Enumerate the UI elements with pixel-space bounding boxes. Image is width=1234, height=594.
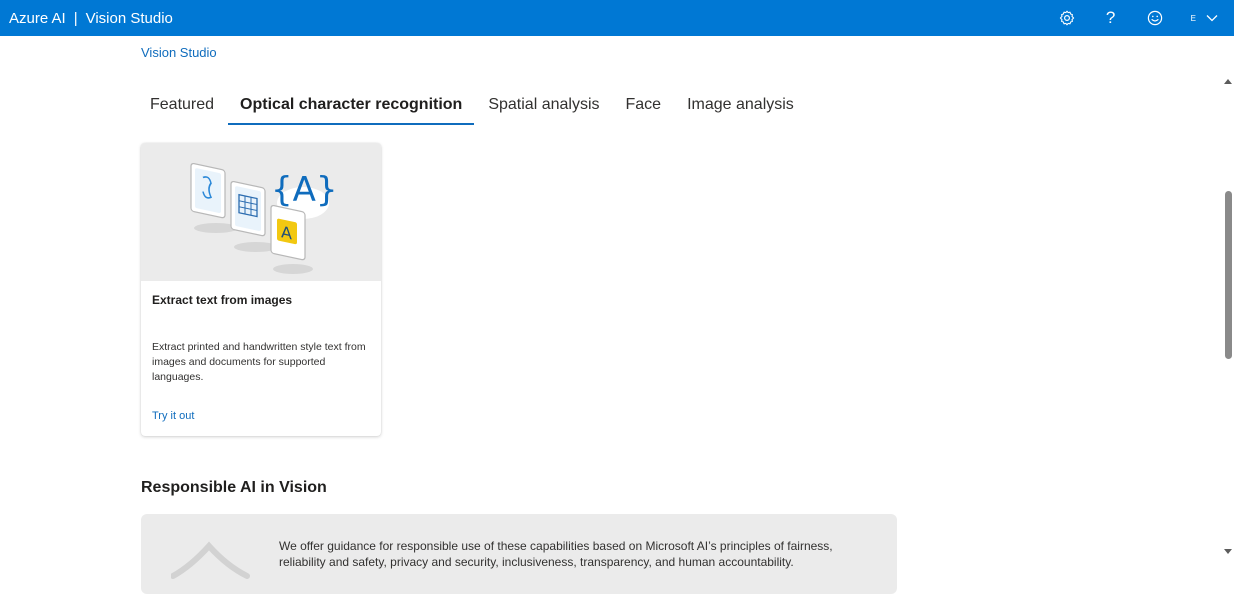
scroll-thumb[interactable] [1225,191,1232,359]
brand[interactable]: Azure AI | Vision Studio [0,10,173,27]
brand-azure-ai: Azure AI [9,9,66,27]
ocr-documents-icon: A {A} [190,162,338,274]
settings-button[interactable] [1045,0,1089,36]
svg-text:A: A [281,222,292,243]
brand-separator: | [73,9,78,27]
tab-label: Optical character recognition [240,96,463,113]
responsible-ai-panel: We offer guidance for responsible use of… [141,514,897,594]
breadcrumb-vision-studio[interactable]: Vision Studio [141,45,217,60]
tab-image-analysis[interactable]: Image analysis [677,92,804,125]
tab-spatial-analysis[interactable]: Spatial analysis [478,92,609,125]
tab-label: Image analysis [687,96,794,113]
top-bar: Azure AI | Vision Studio ? E [0,0,1234,36]
responsible-ai-text: We offer guidance for responsible use of… [279,539,833,569]
chevron-down-icon [1206,14,1218,22]
account-initial: E [1190,13,1196,23]
tab-featured[interactable]: Featured [140,92,224,125]
account-menu[interactable]: E [1177,0,1234,36]
scroll-up-arrow-icon[interactable] [1224,79,1232,84]
responsible-ai-heading: Responsible AI in Vision [141,479,327,496]
extract-text-card[interactable]: A {A} Extract text from images Extract p… [141,143,381,436]
vertical-scrollbar[interactable] [1222,75,1234,563]
feedback-button[interactable] [1133,0,1177,36]
card-description: Extract printed and handwritten style te… [152,341,366,383]
brand-vision-studio: Vision Studio [85,9,173,27]
tab-label: Spatial analysis [488,96,600,113]
top-actions: ? E [1045,0,1234,36]
card-title: Extract text from images [152,293,293,307]
svg-text:{A}: {A} [271,170,338,210]
shield-icon [171,541,250,579]
tab-optical-character-recognition[interactable]: Optical character recognition [228,92,475,125]
tab-label: Face [625,96,662,113]
ocr-illustration: A {A} [141,143,381,281]
help-button[interactable]: ? [1089,0,1133,36]
scroll-down-arrow-icon[interactable] [1224,549,1232,554]
tab-face[interactable]: Face [616,92,672,125]
gear-icon [1059,10,1074,26]
active-tab-indicator [228,123,475,125]
help-icon: ? [1105,8,1116,27]
feedback-smiley-icon [1147,10,1162,26]
try-it-out-link[interactable]: Try it out [152,410,194,422]
feature-tabs: Featured Optical character recognition S… [140,92,810,126]
tab-label: Featured [150,96,215,113]
